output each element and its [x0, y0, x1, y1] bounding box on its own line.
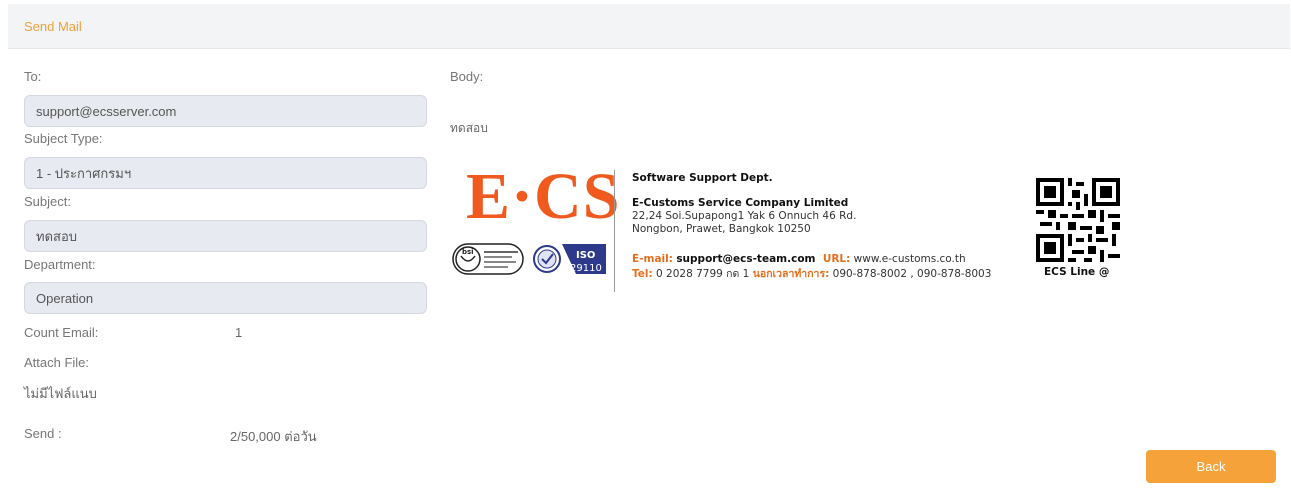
- tel-value: 0 2028 7799 กด 1: [656, 268, 750, 280]
- body-label: Body:: [450, 69, 484, 84]
- signature-dept: Software Support Dept.: [632, 172, 773, 184]
- send-quota-value: 2/50,000 ต่อวัน: [230, 429, 317, 444]
- department-label: Department:: [24, 257, 96, 272]
- page-header: Send Mail: [8, 4, 1290, 49]
- after-hours-value: 090-878-8002 , 090-878-8003: [832, 268, 992, 280]
- body-text: ทดสอบ: [450, 121, 488, 135]
- subject-type-label: Subject Type:: [24, 131, 103, 146]
- signature-address-line2: Nongbon, Prawet, Bangkok 10250: [632, 223, 811, 235]
- bsi-text: bsi: [462, 248, 474, 256]
- subject-label: Subject:: [24, 194, 71, 209]
- iso-29110-badge-icon: ISO 29110: [533, 244, 606, 274]
- ecs-logo: E·CS: [466, 160, 621, 233]
- signature-divider: [614, 170, 615, 292]
- url-label: URL:: [822, 253, 851, 265]
- email-value[interactable]: support@ecs-team.com: [676, 253, 815, 265]
- page-title: Send Mail: [24, 19, 82, 34]
- signature-address-line1: 22,24 Soi.Supapong1 Yak 6 Onnuch 46 Rd.: [632, 210, 857, 222]
- to-field[interactable]: support@ecsserver.com: [24, 95, 427, 127]
- count-email-label: Count Email:: [24, 325, 99, 340]
- qr-caption: ECS Line @: [1044, 266, 1110, 278]
- subject-field[interactable]: ทดสอบ: [24, 220, 427, 252]
- department-field[interactable]: Operation: [24, 282, 427, 314]
- qr-code-icon: [1036, 178, 1120, 262]
- signature-contact-line: E-mail: support@ecs-team.com URL: www.e-…: [632, 253, 966, 265]
- iso-number: 29110: [570, 263, 602, 274]
- to-label: To:: [24, 69, 42, 84]
- iso-text: ISO: [576, 250, 595, 261]
- back-button[interactable]: Back: [1146, 450, 1276, 483]
- count-email-value: 1: [235, 325, 243, 340]
- email-label: E-mail:: [632, 253, 673, 265]
- after-hours-label: นอกเวลาทำการ:: [752, 268, 830, 280]
- subject-type-field[interactable]: 1 - ประกาศกรมฯ: [24, 157, 427, 189]
- signature-company: E-Customs Service Company Limited: [632, 197, 849, 209]
- tel-label: Tel:: [632, 268, 653, 280]
- send-label: Send :: [24, 426, 62, 441]
- url-value[interactable]: www.e-customs.co.th: [854, 253, 966, 265]
- bsi-badge-icon: bsi: [452, 243, 524, 275]
- attach-file-label: Attach File:: [24, 355, 90, 370]
- attach-file-value: ไม่มีไฟล์แนบ: [24, 386, 97, 401]
- signature-phone-line: Tel: 0 2028 7799 กด 1 นอกเวลาทำการ: 090-…: [632, 265, 991, 282]
